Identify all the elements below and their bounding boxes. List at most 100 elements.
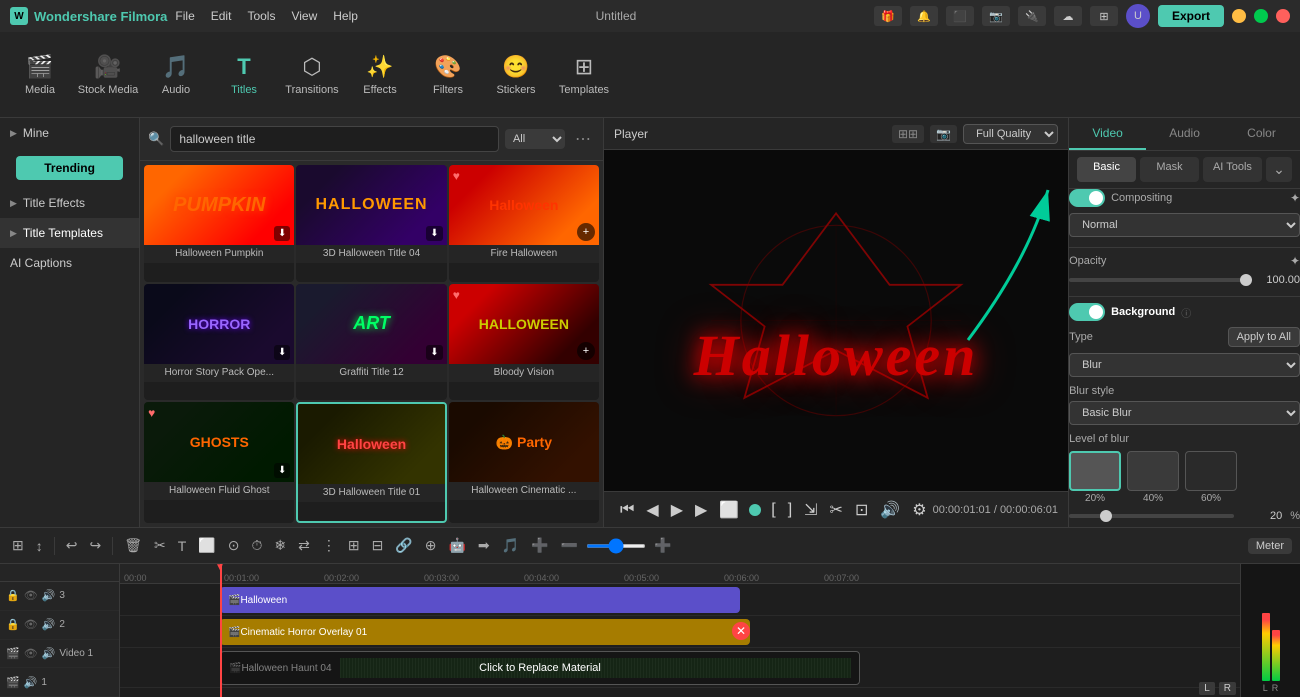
add-track-button[interactable]: ➕ [527,535,552,556]
add-icon-3[interactable]: + [577,223,595,241]
type-select[interactable]: Blur [1069,353,1300,377]
link-button[interactable]: 🔗 [391,535,416,556]
template-horror-story[interactable]: HORROR ⬇ Horror Story Pack Ope... [144,284,294,401]
toolbar-media[interactable]: 🎬 Media [8,38,72,112]
menu-tools[interactable]: Tools [247,9,275,23]
cut-button[interactable]: ✂ [150,535,170,556]
redo-button[interactable]: ↪ [85,535,105,556]
track-a1-vol[interactable]: 🔊 [24,676,38,689]
track-3-vol[interactable]: 🔊 [42,589,56,602]
toolbar-transitions[interactable]: ⬡ Transitions [280,38,344,112]
toolbar-stock-media[interactable]: 🎥 Stock Media [76,38,140,112]
blend-mode-select[interactable]: Normal [1069,213,1300,237]
template-graffiti-12[interactable]: ART ⬇ Graffiti Title 12 [296,284,446,401]
audio-button[interactable]: 🔊 [874,498,906,522]
track-3-lock[interactable]: 🔒 [6,589,20,602]
template-3d-halloween-01[interactable]: Halloween 3D Halloween Title 01 [296,402,446,523]
frame-back-button[interactable]: ◀ [640,498,664,522]
clip-halloween[interactable]: 🎬 Halloween [220,587,740,613]
compositing-star[interactable]: ✦ [1290,191,1300,205]
maximize-button[interactable] [1254,9,1268,23]
apps-icon[interactable]: ⊞ [1090,6,1118,26]
menu-file[interactable]: File [175,9,194,23]
track-2-vol[interactable]: 🔊 [42,618,56,631]
download-icon-4[interactable]: ⬇ [274,345,290,360]
extract-button[interactable]: ⇲ [798,498,823,522]
undo-button[interactable]: ↩ [62,535,82,556]
delete-badge[interactable]: ✕ [732,622,750,640]
track-2-eye[interactable]: 👁 [24,618,38,631]
play-button[interactable]: ▶ [665,498,689,522]
tab-audio[interactable]: Audio [1146,118,1223,150]
menu-view[interactable]: View [291,9,317,23]
template-bloody-vision[interactable]: ♥ HALLOWEEN + Bloody Vision [449,284,599,401]
subtab-ai-tools[interactable]: AI Tools [1203,157,1262,182]
clip-haunt[interactable]: 🎬 Halloween Haunt 04 Click to Replace Ma… [220,651,860,685]
toolbar-templates[interactable]: ⊞ Templates [552,38,616,112]
toolbar-filters[interactable]: 🎨 Filters [416,38,480,112]
background-toggle[interactable] [1069,303,1105,321]
track-1-vol[interactable]: 🔊 [42,647,56,660]
track-2-lock[interactable]: 🔒 [6,618,20,631]
search-more-icon[interactable]: ⋯ [571,129,595,149]
replace-button[interactable]: ⇄ [294,535,314,556]
subtab-more[interactable]: ⌄ [1266,157,1292,182]
quality-select[interactable]: Full Quality Half Quality [963,124,1058,144]
minimize-button[interactable] [1232,9,1246,23]
zoom-out-button[interactable]: ➖ [557,535,582,556]
mark-in-button[interactable]: [ [765,499,781,521]
subtab-mask[interactable]: Mask [1140,157,1199,182]
track-1-eye[interactable]: 👁 [24,647,38,660]
magnet-button[interactable]: ↕ [32,536,47,556]
crop-tl-button[interactable]: ⬜ [194,535,219,556]
blur-style-select[interactable]: Basic Blur [1069,401,1300,425]
add-icon-6[interactable]: + [577,342,595,360]
background-info-icon[interactable]: ⓘ [1181,305,1191,320]
split-button[interactable]: ⋮ [318,535,340,556]
opacity-slider[interactable] [1069,278,1252,282]
fullscreen-button[interactable]: ⬜ [713,498,745,522]
blur-slider[interactable] [1069,514,1234,518]
screenshot-btn[interactable]: 📷 [930,125,957,143]
toolbar-stickers[interactable]: 😊 Stickers [484,38,548,112]
download-icon-5[interactable]: ⬇ [426,345,442,360]
search-input[interactable] [170,126,499,152]
blur-20-preview[interactable] [1069,451,1121,491]
settings-button[interactable]: ⚙ [906,498,932,522]
menu-help[interactable]: Help [333,9,358,23]
l-button[interactable]: L [1199,682,1215,695]
download-icon-1[interactable]: ⬇ [274,226,290,241]
template-fire-halloween[interactable]: ♥ Halloween + Fire Halloween [449,165,599,282]
speed-button[interactable]: ⏱ [247,535,266,556]
toolbar-audio[interactable]: 🎵 Audio [144,38,208,112]
meter-button[interactable]: Meter [1248,538,1292,554]
camera-icon[interactable]: 📷 [982,6,1010,26]
plugin-icon[interactable]: 🔌 [1018,6,1046,26]
blur-60-preview[interactable] [1185,451,1237,491]
template-halloween-ghost[interactable]: ♥ GHOSTS ⬇ Halloween Fluid Ghost [144,402,294,523]
skip-back-button[interactable]: ⏮ [614,499,640,521]
clip-cinematic[interactable]: 🎬 Cinematic Horror Overlay 01 [220,619,750,645]
panel-mine[interactable]: ▶ Mine [0,118,139,148]
trending-button[interactable]: Trending [16,156,123,180]
panel-title-templates[interactable]: ▶ Title Templates [0,218,139,248]
replace-overlay[interactable]: Click to Replace Material [221,652,859,684]
r-button[interactable]: R [1219,682,1236,695]
text-button[interactable]: T [174,536,191,556]
audio-track-button[interactable]: 🎵 [498,535,523,556]
export-button[interactable]: Export [1158,5,1224,27]
delete-button[interactable]: 🗑 [120,535,146,556]
transform-button[interactable]: ⊡ [849,498,874,522]
crop-button[interactable]: ✂ [824,498,849,522]
motion-button[interactable]: ➡ [474,535,494,556]
toolbar-titles[interactable]: T Titles [212,38,276,112]
aspect-ratio-btn[interactable]: ⊞⊞ [892,125,924,143]
subtitle-button[interactable]: ⊕ [421,535,441,556]
mark-out-button[interactable]: ] [782,499,798,521]
zoom-slider[interactable] [586,544,646,548]
download-icon-7[interactable]: ⬇ [274,463,290,478]
tab-color[interactable]: Color [1223,118,1300,150]
snap-button[interactable]: ⊞ [8,535,28,556]
ai-button[interactable]: 🤖 [444,535,469,556]
tab-video[interactable]: Video [1069,118,1146,150]
